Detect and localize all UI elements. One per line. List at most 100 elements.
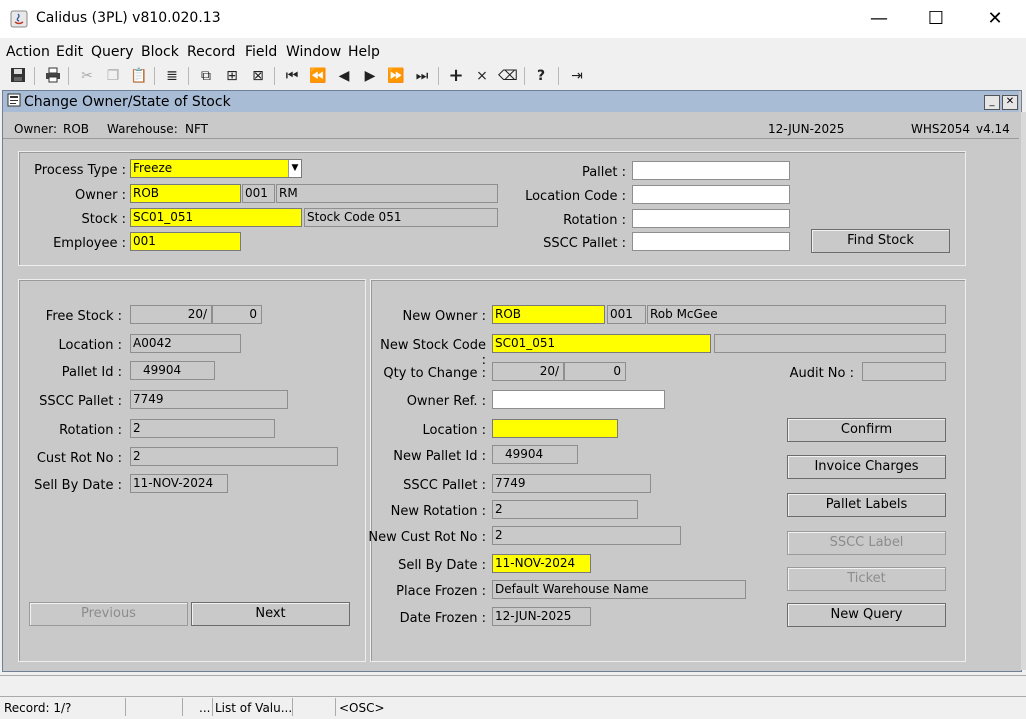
new-sell-by-input[interactable]: 11-NOV-2024: [492, 554, 591, 573]
warehouse-info-value: NFT: [185, 122, 208, 136]
dropdown-arrow-icon[interactable]: ▼: [288, 160, 301, 177]
insert-record-icon[interactable]: +: [446, 67, 466, 85]
owner-name-field: RM: [276, 184, 498, 203]
minimize-button[interactable]: —: [850, 0, 908, 38]
new-owner-number-field: 001: [607, 305, 646, 324]
first-record-icon[interactable]: ⏮: [282, 67, 302, 85]
clear-record-icon[interactable]: ⌫: [498, 67, 518, 85]
menu-block[interactable]: Block: [141, 44, 179, 60]
owner-info-label: Owner:: [14, 122, 58, 136]
previous-record-icon[interactable]: ◀: [334, 67, 354, 85]
menu-edit[interactable]: Edit: [56, 44, 83, 60]
process-type-label: Process Type :: [34, 163, 126, 178]
menu-action[interactable]: Action: [6, 44, 50, 60]
pallet-id-field: 49904: [130, 361, 215, 380]
new-stock-description-field: [714, 334, 946, 353]
new-pallet-id-field: 49904: [492, 445, 578, 464]
confirm-button[interactable]: Confirm: [787, 418, 946, 442]
execute-query-icon[interactable]: ⊞: [222, 67, 242, 85]
owner-input[interactable]: ROB: [130, 184, 241, 203]
copy-icon[interactable]: ❐: [103, 67, 123, 85]
invoice-charges-button[interactable]: Invoice Charges: [787, 455, 946, 479]
owner-number-field: 001: [242, 184, 275, 203]
stock-input[interactable]: SC01_051: [130, 208, 302, 227]
lov-status: List of Valu...: [215, 701, 293, 715]
previous-button[interactable]: Previous: [29, 602, 188, 626]
sscc-pallet-current-field: 7749: [130, 390, 288, 409]
find-stock-button[interactable]: Find Stock: [811, 229, 950, 253]
paste-icon[interactable]: 📋: [129, 67, 149, 85]
employee-input[interactable]: 001: [130, 232, 241, 251]
save-icon[interactable]: [8, 67, 28, 85]
menu-field[interactable]: Field: [245, 44, 277, 60]
owner-ref-input[interactable]: [492, 390, 665, 409]
owner-ref-label: Owner Ref. :: [406, 394, 486, 409]
owner-label: Owner :: [75, 188, 126, 203]
last-record-icon[interactable]: ⏭: [412, 67, 432, 85]
next-record-icon[interactable]: ▶: [360, 67, 380, 85]
new-cust-rot-field: 2: [492, 526, 681, 545]
new-owner-label: New Owner :: [402, 309, 486, 324]
menu-record[interactable]: Record: [187, 44, 235, 60]
form-minimize-button[interactable]: _: [984, 95, 1000, 110]
new-sscc-pallet-label: SSCC Pallet :: [403, 478, 486, 493]
delete-record-icon[interactable]: ⨯: [472, 67, 492, 85]
menu-help[interactable]: Help: [348, 44, 380, 60]
menu-window[interactable]: Window: [286, 44, 341, 60]
cancel-query-icon[interactable]: ⊠: [248, 67, 268, 85]
location-code-label: Location Code :: [525, 189, 626, 204]
status-ellipsis: ...: [199, 701, 211, 715]
status-separator: [125, 698, 126, 716]
previous-block-icon[interactable]: ⏪: [308, 67, 328, 85]
location-code-input[interactable]: [632, 185, 790, 204]
form-date: 12-JUN-2025: [768, 122, 845, 136]
help-icon[interactable]: ?: [531, 67, 551, 85]
audit-no-field: [862, 362, 946, 381]
status-bar: [0, 696, 1026, 719]
form-close-button[interactable]: ✕: [1002, 95, 1018, 110]
sscc-label-button[interactable]: SSCC Label: [787, 531, 946, 555]
pallet-id-label: Pallet Id :: [61, 365, 122, 380]
free-stock-qty: 20/: [130, 305, 212, 324]
window-title: Calidus (3PL) v810.020.13: [36, 10, 221, 26]
qty-to-change-units[interactable]: 0: [564, 362, 626, 381]
ticket-button[interactable]: Ticket: [787, 567, 946, 591]
enter-query-icon[interactable]: ⧉: [196, 67, 216, 85]
cust-rot-label: Cust Rot No :: [36, 451, 122, 466]
close-button[interactable]: ✕: [966, 0, 1024, 38]
exit-icon[interactable]: ⇥: [567, 67, 587, 85]
sscc-pallet-input[interactable]: [632, 232, 790, 251]
new-owner-input[interactable]: ROB: [492, 305, 605, 324]
toolbar-separator: [438, 67, 439, 85]
pallet-input[interactable]: [632, 161, 790, 180]
print-icon[interactable]: [43, 67, 63, 85]
sscc-pallet-label: SSCC Pallet :: [543, 236, 626, 251]
rotation-input[interactable]: [632, 209, 790, 228]
cust-rot-field: 2: [130, 447, 338, 466]
status-separator: [212, 698, 213, 716]
pallet-labels-button[interactable]: Pallet Labels: [787, 493, 946, 517]
owner-info-value: ROB: [63, 122, 90, 136]
menu-query[interactable]: Query: [91, 44, 134, 60]
process-type-select[interactable]: Freeze: [130, 159, 302, 178]
rotation-label: Rotation :: [563, 213, 626, 228]
audit-no-label: Audit No :: [789, 366, 854, 381]
toolbar-separator: [68, 67, 69, 85]
next-block-icon[interactable]: ⏩: [386, 67, 406, 85]
qty-to-change-input[interactable]: 20/: [492, 362, 564, 381]
list-icon[interactable]: ≣: [162, 67, 182, 85]
status-separator: [335, 698, 336, 716]
warehouse-info-label: Warehouse:: [107, 122, 178, 136]
maximize-button[interactable]: ☐: [907, 0, 965, 38]
form-icon: [7, 93, 21, 107]
new-location-input[interactable]: [492, 419, 618, 438]
location-field: A0042: [130, 334, 241, 353]
new-query-button[interactable]: New Query: [787, 603, 946, 627]
form-title: Change Owner/State of Stock: [24, 94, 231, 110]
new-stock-code-input[interactable]: SC01_051: [492, 334, 711, 353]
new-pallet-id-label: New Pallet Id :: [393, 449, 486, 464]
vertical-scrollbar[interactable]: [1021, 112, 1026, 670]
next-button[interactable]: Next: [191, 602, 350, 626]
cut-icon[interactable]: ✂: [77, 67, 97, 85]
qty-to-change-label: Qty to Change :: [383, 366, 486, 381]
